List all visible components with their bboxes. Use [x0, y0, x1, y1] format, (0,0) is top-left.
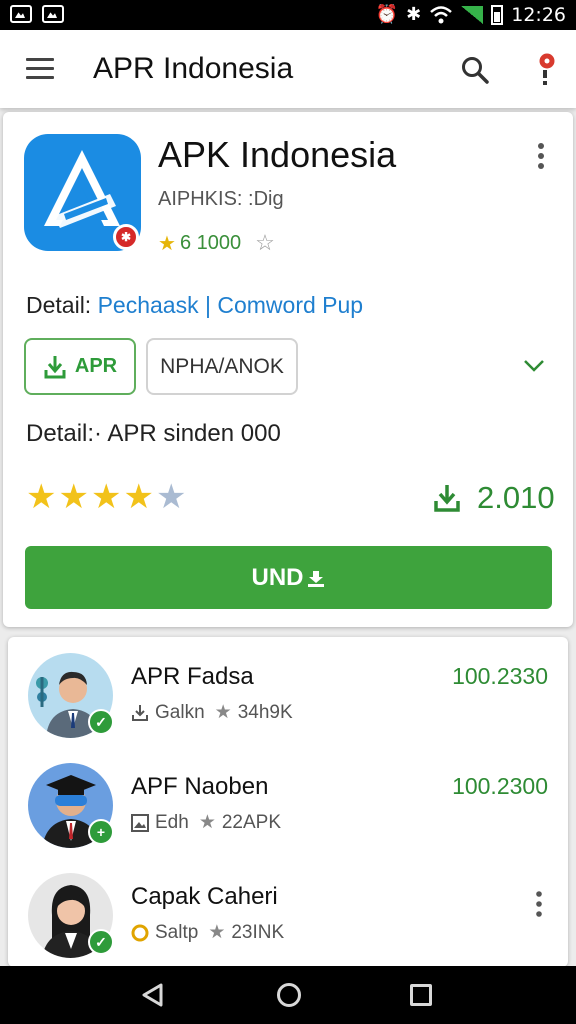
download-icon — [434, 485, 460, 512]
item-name: APF Naoben — [131, 773, 269, 800]
recents-icon[interactable] — [410, 984, 432, 1006]
status-right-icons: ⏰ ✱ 12:26 — [376, 4, 566, 26]
npha-button[interactable]: NPHA/ANOK — [146, 338, 298, 395]
download-tray-icon — [307, 570, 324, 587]
search-icon[interactable] — [460, 55, 490, 85]
app-bar: APR Indonesia — [0, 30, 576, 108]
list-item[interactable]: + APF Naoben Edh ★ 22APK 100.2300 — [8, 755, 568, 865]
item-meta: Saltp ★ 23INK — [131, 921, 284, 944]
developer-name[interactable]: AIPHKIS: :Dig — [158, 188, 284, 211]
install-button-label: UND — [251, 563, 304, 591]
detail-link-1[interactable]: Pechaask — [98, 292, 199, 318]
star-icon: ★ — [58, 478, 89, 516]
signal-icon — [461, 6, 484, 24]
star-icon: ★ — [90, 478, 122, 516]
rating-line: ★ 6 1000 ☆ — [158, 230, 275, 256]
status-time: 12:26 — [511, 4, 566, 26]
item-meta-star-text: 23INK — [231, 921, 285, 943]
plus-icon: + — [88, 819, 114, 845]
download-count: 2.010 — [433, 480, 555, 516]
alarm-icon: ⏰ — [375, 4, 399, 25]
star-icon: ★ — [208, 922, 226, 943]
detail-separator: | — [205, 292, 211, 318]
bluetooth-icon: ✱ — [406, 4, 422, 25]
list-item[interactable]: ✓ Capak Caheri Saltp ★ 23INK — [8, 865, 568, 967]
back-icon[interactable] — [140, 982, 166, 1008]
item-meta-star-text: 34h9K — [237, 701, 293, 723]
download-count-value: 2.010 — [477, 480, 555, 515]
detail-links: Detail: Pechaask | Comword Pup — [26, 292, 363, 319]
item-meta-star-text: 22APK — [221, 811, 282, 833]
item-value: 100.2300 — [452, 773, 548, 799]
download-icon — [132, 704, 148, 721]
star-empty-icon: ★ — [155, 478, 187, 516]
check-icon: ✓ — [88, 929, 114, 955]
item-meta-text: Saltp — [155, 921, 199, 943]
navigation-bar — [0, 966, 576, 1024]
status-left-icons — [10, 5, 64, 23]
notification-icon[interactable] — [532, 52, 558, 86]
rating-text: 6 1000 — [179, 231, 242, 254]
more-vert-icon[interactable] — [537, 142, 545, 170]
logo-badge-icon: ✱ — [113, 224, 139, 250]
coin-icon — [131, 924, 149, 941]
star-icon: ★ — [158, 232, 176, 255]
item-meta-text: Galkn — [155, 701, 205, 723]
app-list: ✓ APR Fadsa Galkn ★ 34h9K 100.2330 + APF… — [8, 637, 568, 967]
home-icon[interactable] — [276, 982, 302, 1008]
star-rating: ★ ★ ★ ★ ★ — [26, 479, 186, 515]
star-icon: ★ — [26, 478, 57, 516]
image-icon — [10, 5, 32, 23]
download-icon — [44, 355, 66, 378]
page-title: APR Indonesia — [93, 52, 294, 85]
npha-button-label: NPHA/ANOK — [160, 354, 284, 378]
menu-icon[interactable] — [26, 58, 54, 80]
chevron-down-icon[interactable] — [522, 354, 546, 378]
wifi-icon — [430, 6, 453, 24]
item-meta: Edh ★ 22APK — [131, 811, 281, 834]
detail-line: Detail:· APR sinden 000 — [26, 420, 281, 447]
status-bar: ⏰ ✱ 12:26 — [0, 0, 576, 30]
gallery-icon — [42, 5, 64, 23]
battery-icon — [491, 5, 504, 25]
apr-button-label: APR — [74, 355, 118, 377]
list-item[interactable]: ✓ APR Fadsa Galkn ★ 34h9K 100.2330 — [8, 645, 568, 755]
detail-link-2[interactable]: Comword Pup — [217, 292, 363, 318]
more-vert-icon[interactable] — [536, 891, 542, 917]
check-icon: ✓ — [88, 709, 114, 735]
star-outline-icon: ☆ — [255, 230, 275, 255]
install-button[interactable]: UND — [25, 546, 552, 609]
item-name: APR Fadsa — [131, 663, 254, 690]
star-icon: ★ — [214, 702, 232, 723]
image-icon — [131, 813, 149, 832]
apr-button[interactable]: APR — [24, 338, 136, 395]
detail-prefix: Detail: — [26, 292, 92, 318]
item-meta-text: Edh — [155, 811, 189, 833]
app-detail-card: ✱ APK Indonesia AIPHKIS: :Dig ★ 6 1000 ☆… — [3, 112, 573, 627]
star-icon: ★ — [198, 812, 216, 833]
item-value: 100.2330 — [452, 663, 548, 689]
item-name: Capak Caheri — [131, 883, 278, 910]
star-icon: ★ — [123, 478, 154, 516]
app-name: APK Indonesia — [158, 134, 397, 175]
item-meta: Galkn ★ 34h9K — [131, 701, 293, 724]
